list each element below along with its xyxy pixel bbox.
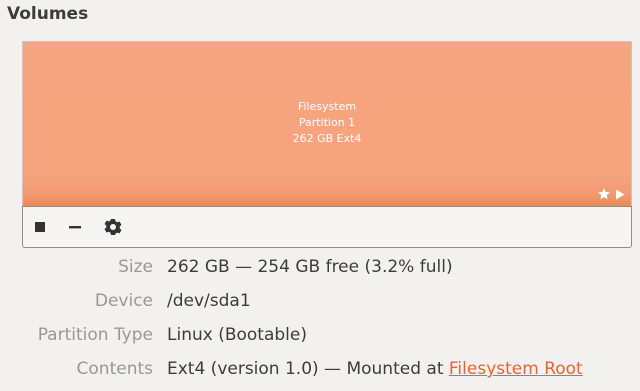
volumes-heading: Volumes (7, 4, 89, 24)
mount-point-link[interactable]: Filesystem Root (449, 359, 583, 379)
size-value: 262 GB — 254 GB free (3.2% full) (167, 257, 453, 277)
volume-toolbar (22, 206, 632, 248)
partition-1-block[interactable]: Filesystem Partition 1 262 GB Ext4 (23, 42, 631, 207)
partition-label: Filesystem Partition 1 262 GB Ext4 (23, 99, 631, 147)
stop-button[interactable] (34, 212, 68, 242)
partition-type-text: Filesystem (297, 100, 357, 113)
stop-icon (35, 222, 45, 232)
partition-type-value: Linux (Bootable) (167, 325, 307, 345)
star-icon (598, 188, 610, 200)
partition-type-label: Partition Type (37, 325, 153, 345)
partition-options-button[interactable] (102, 212, 136, 242)
partition-size-text: 262 GB Ext4 (292, 132, 362, 145)
device-row: Device /dev/sda1 (0, 288, 640, 314)
size-label: Size (118, 257, 153, 277)
volume-map: Filesystem Partition 1 262 GB Ext4 (22, 41, 632, 207)
device-label: Device (94, 291, 153, 311)
contents-value: Ext4 (version 1.0) — Mounted at Filesyst… (167, 356, 583, 382)
delete-partition-button[interactable] (68, 212, 102, 242)
partition-name-text: Partition 1 (298, 116, 356, 129)
size-row: Size 262 GB — 254 GB free (3.2% full) (0, 254, 640, 280)
partition-flags (597, 187, 625, 201)
contents-text: Ext4 (version 1.0) — Mounted at (167, 359, 449, 379)
minus-icon (69, 226, 81, 229)
device-value: /dev/sda1 (167, 291, 251, 311)
gear-icon (104, 219, 122, 235)
partition-type-row: Partition Type Linux (Bootable) (0, 322, 640, 348)
play-icon (616, 189, 625, 199)
contents-label: Contents (76, 359, 153, 379)
contents-row: Contents Ext4 (version 1.0) — Mounted at… (0, 356, 640, 382)
